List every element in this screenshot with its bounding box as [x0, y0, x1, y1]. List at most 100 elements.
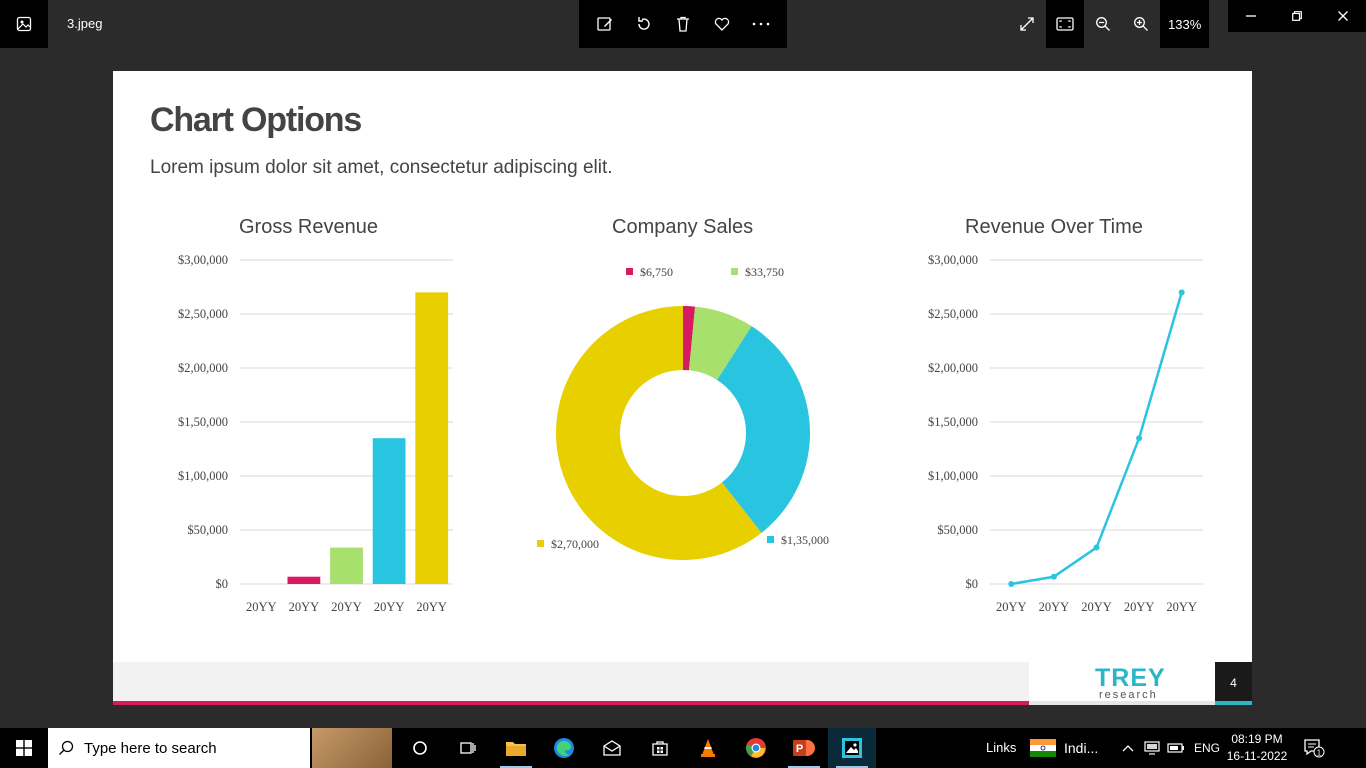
line-chart: $0 $50,000 $1,00,000 $1,50,000 $2,00,000 $2,5… — [928, 253, 1203, 614]
search-placeholder: Type here to search — [84, 739, 217, 757]
line-point — [1093, 544, 1100, 551]
donut-data-label: $1,35,000 — [781, 533, 829, 547]
language-indicator[interactable]: ENG — [1188, 741, 1226, 755]
bar-y-tick-label: $1,50,000 — [178, 415, 228, 429]
line-x-tick-label: 20YY — [996, 600, 1027, 614]
close-button[interactable] — [1320, 0, 1366, 32]
search-highlight-image[interactable] — [312, 728, 392, 768]
photos-app-icon[interactable] — [0, 0, 48, 48]
bar-mark — [372, 438, 406, 584]
taskbar: Type here to search P Links Indi... ENG … — [0, 728, 1366, 768]
donut-data-label: $2,70,000 — [551, 537, 599, 551]
news-widget-label: Indi... — [1064, 740, 1099, 756]
line-y-tick-label: $2,50,000 — [928, 307, 978, 321]
donut-legend-swatch — [731, 268, 738, 275]
fullscreen-icon[interactable] — [1008, 0, 1046, 48]
chrome-icon[interactable] — [732, 728, 780, 768]
bar-y-tick-label: $1,00,000 — [178, 469, 228, 483]
store-icon[interactable] — [636, 728, 684, 768]
chevron-up-icon[interactable] — [1116, 728, 1140, 768]
search-icon — [48, 740, 84, 756]
file-explorer-icon[interactable] — [492, 728, 540, 768]
slide-title: Chart Options — [150, 101, 362, 139]
line-chart-title: Revenue Over Time — [965, 216, 1143, 238]
news-widget[interactable]: Indi... — [1030, 728, 1110, 768]
favorite-icon[interactable] — [708, 10, 736, 38]
view-controls: 133% — [1008, 0, 1210, 48]
edit-icon[interactable] — [591, 10, 619, 38]
bar-mark — [415, 292, 449, 584]
bar-x-tick-label: 20YY — [374, 600, 405, 614]
slide-footer-accent — [113, 701, 1029, 705]
slide-footer-band — [113, 662, 1029, 701]
trey-research-logo: TREY research — [1029, 662, 1215, 705]
bar-y-tick-label: $0 — [216, 577, 229, 591]
svg-text:P: P — [796, 743, 803, 755]
zoom-in-icon[interactable] — [1122, 0, 1160, 48]
line-x-tick-label: 20YY — [1124, 600, 1155, 614]
line-point — [1008, 581, 1015, 587]
minimize-button[interactable] — [1228, 0, 1274, 32]
notification-count: 1 — [1317, 749, 1322, 758]
edge-browser-icon[interactable] — [540, 728, 588, 768]
start-button[interactable] — [0, 728, 48, 768]
vlc-icon[interactable] — [684, 728, 732, 768]
bar-x-tick-label: 20YY — [246, 600, 277, 614]
task-view-icon[interactable] — [444, 728, 492, 768]
zoom-out-icon[interactable] — [1084, 0, 1122, 48]
line-y-tick-label: $1,50,000 — [928, 415, 978, 429]
logo-underline — [1029, 701, 1215, 705]
page-number-accent — [1215, 701, 1252, 705]
line-x-tick-label: 20YY — [1039, 600, 1070, 614]
mail-icon[interactable] — [588, 728, 636, 768]
donut-legend-swatch — [767, 536, 774, 543]
windows-icon — [16, 740, 32, 756]
rotate-icon[interactable] — [630, 10, 658, 38]
zoom-level[interactable]: 133% — [1160, 0, 1210, 48]
photos-taskbar-icon[interactable] — [828, 728, 876, 768]
line-x-tick-label: 20YY — [1166, 600, 1197, 614]
delete-icon[interactable] — [669, 10, 697, 38]
line-y-tick-label: $3,00,000 — [928, 253, 978, 267]
line-y-tick-label: $2,00,000 — [928, 361, 978, 375]
taskbar-apps: P — [396, 728, 876, 768]
donut-chart-title: Company Sales — [612, 216, 754, 238]
logo-sub-text: research — [1099, 689, 1158, 701]
line-point — [1178, 289, 1185, 296]
donut-data-label: $33,750 — [745, 265, 784, 279]
network-icon[interactable] — [1140, 728, 1164, 768]
line-point — [1050, 573, 1057, 580]
donut-legend-swatch — [537, 540, 544, 547]
slide-subtitle: Lorem ipsum dolor sit amet, consectetur … — [150, 157, 613, 178]
clock-date: 16-11-2022 — [1226, 749, 1288, 763]
more-options-icon[interactable] — [747, 10, 775, 38]
bar-x-tick-label: 20YY — [289, 600, 320, 614]
bar-x-tick-label: 20YY — [416, 600, 447, 614]
taskbar-search-box[interactable]: Type here to search — [48, 728, 310, 768]
cortana-icon[interactable] — [396, 728, 444, 768]
donut-legend-swatch — [626, 268, 633, 275]
powerpoint-icon[interactable]: P — [780, 728, 828, 768]
line-series — [1011, 292, 1183, 586]
bar-y-tick-label: $3,00,000 — [178, 253, 228, 267]
window-controls — [1228, 0, 1366, 32]
bar-y-tick-label: $2,00,000 — [178, 361, 228, 375]
india-flag-icon — [1030, 739, 1056, 757]
clock[interactable]: 08:19 PM 16-11-2022 — [1224, 731, 1290, 765]
page-number: 4 — [1230, 676, 1237, 690]
line-point — [1136, 435, 1143, 442]
fit-to-window-icon[interactable] — [1046, 0, 1084, 48]
bar-chart: $0 $50,000 $1,00,000 $1,50,000 $2,00,000 $2,5… — [178, 253, 453, 614]
bar-y-tick-label: $50,000 — [187, 523, 228, 537]
line-y-tick-label: $0 — [966, 577, 979, 591]
restore-button[interactable] — [1274, 0, 1320, 32]
donut-data-label: $6,750 — [640, 265, 673, 279]
links-toolbar[interactable]: Links — [986, 740, 1016, 755]
bar-chart-title: Gross Revenue — [239, 216, 378, 238]
battery-icon[interactable] — [1164, 728, 1188, 768]
line-x-tick-label: 20YY — [1081, 600, 1112, 614]
system-tray: ENG — [1116, 728, 1226, 768]
notification-center-icon[interactable]: 1 — [1294, 728, 1334, 768]
slide-image: Chart Options Lorem ipsum dolor sit amet… — [113, 71, 1252, 705]
bar-mark — [330, 547, 363, 584]
